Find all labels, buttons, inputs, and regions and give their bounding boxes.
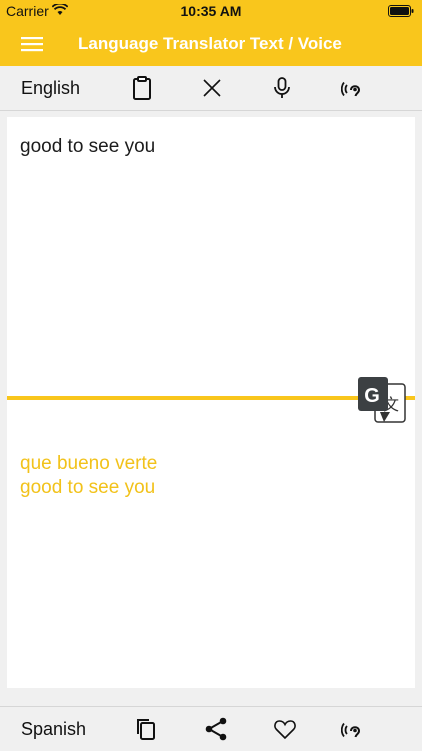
source-text: good to see you bbox=[20, 136, 156, 157]
hamburger-icon[interactable] bbox=[20, 32, 44, 56]
battery-icon bbox=[388, 4, 414, 20]
close-icon[interactable] bbox=[200, 76, 224, 100]
source-text-area[interactable]: good to see you bbox=[7, 117, 415, 397]
source-language-selector[interactable]: English bbox=[21, 78, 80, 99]
status-bar: Carrier 10:35 AM bbox=[0, 0, 422, 22]
listen-icon[interactable] bbox=[340, 717, 365, 741]
app-title: Language Translator Text / Voice bbox=[78, 34, 342, 53]
listen-icon[interactable] bbox=[340, 76, 365, 100]
google-translate-icon[interactable]: 文 G bbox=[358, 376, 406, 424]
copy-icon[interactable] bbox=[134, 717, 158, 741]
clock: 10:35 AM bbox=[180, 3, 242, 19]
translated-text-line2: good to see you bbox=[20, 477, 156, 498]
microphone-icon[interactable] bbox=[270, 76, 294, 100]
translated-text-line1: que bueno verte bbox=[20, 453, 158, 474]
translated-text: que bueno verte good to see you bbox=[20, 452, 157, 500]
clipboard-icon[interactable] bbox=[130, 76, 154, 100]
heart-icon[interactable] bbox=[273, 717, 297, 741]
target-toolbar: Spanish bbox=[0, 706, 422, 751]
source-toolbar: English bbox=[0, 66, 422, 111]
share-icon[interactable] bbox=[204, 717, 228, 741]
target-language-selector[interactable]: Spanish bbox=[21, 719, 86, 740]
translation-output: que bueno verte good to see you bbox=[7, 400, 415, 688]
app-header: Language Translator Text / Voice bbox=[0, 22, 422, 66]
svg-text:G: G bbox=[364, 385, 380, 407]
